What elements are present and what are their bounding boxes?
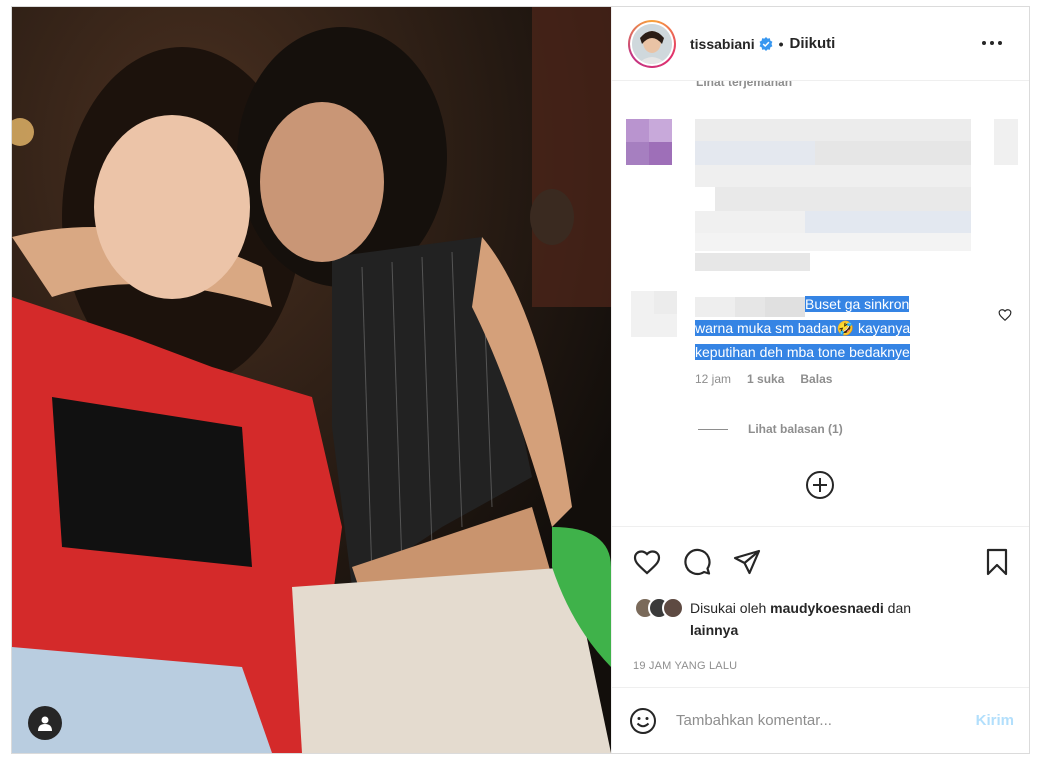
blurred-avatar	[626, 119, 672, 170]
post-header: tissabiani • Diikuti	[612, 7, 1029, 81]
user-icon	[38, 716, 52, 731]
comment-input[interactable]	[676, 712, 946, 729]
liked-by-prefix: Disukai oleh	[690, 600, 771, 616]
comments-list[interactable]: Lihat terjemahan Buset ga sinkron warna …	[612, 81, 1029, 526]
avatar[interactable]	[628, 19, 676, 68]
blurred-comment	[695, 119, 971, 276]
liker-avatar	[662, 597, 684, 619]
comment-text: Buset ga sinkron warna muka sm badan🤣 ka…	[695, 292, 985, 364]
add-comment-bar: Kirim	[612, 687, 1029, 753]
tagged-user-button[interactable]	[28, 706, 62, 740]
laughing-emoji: 🤣	[836, 320, 855, 336]
following-button[interactable]: Diikuti	[790, 35, 836, 52]
comment-line-2a: warna muka sm badan	[695, 320, 837, 336]
liked-by: Disukai oleh maudykoesnaedi dan lainnya	[634, 597, 980, 641]
liked-by-text: Disukai oleh maudykoesnaedi dan lainnya	[690, 597, 980, 641]
others-link[interactable]: lainnya	[690, 622, 738, 638]
blurred-like-icon	[994, 119, 1018, 170]
comment-line-3: keputihan deh mba tone bedaknye	[695, 344, 910, 360]
replies-divider	[698, 428, 728, 430]
post-dialog: tissabiani • Diikuti Lihat terjemahan Bu…	[11, 6, 1030, 754]
liker-username-link[interactable]: maudykoesnaedi	[770, 600, 884, 616]
comment-line-2b: kayanya	[854, 320, 911, 336]
view-replies-label: Lihat balasan (1)	[748, 422, 843, 436]
post-comment-button[interactable]: Kirim	[976, 712, 1014, 729]
comment-time: 12 jam	[695, 372, 732, 386]
comment-line-1: Buset ga sinkron	[805, 296, 910, 312]
more-options-icon[interactable]	[981, 34, 1003, 52]
post-side-panel: tissabiani • Diikuti Lihat terjemahan Bu…	[611, 7, 1029, 753]
emoji-icon[interactable]	[628, 706, 658, 736]
save-bookmark-icon[interactable]	[982, 547, 1012, 577]
post-actions: Disukai oleh maudykoesnaedi dan lainnya …	[612, 526, 1029, 686]
like-heart-icon[interactable]	[632, 547, 662, 577]
separator-dot: •	[778, 35, 784, 52]
see-translation-link[interactable]: Lihat terjemahan	[696, 81, 792, 89]
comment-meta: 12 jam 1 suka Balas	[695, 372, 832, 386]
comment-bubble-icon[interactable]	[682, 547, 712, 577]
username-link[interactable]: tissabiani	[690, 36, 755, 52]
reply-button[interactable]: Balas	[800, 372, 832, 386]
commenter-avatar[interactable]	[631, 291, 677, 342]
liked-by-and: dan	[883, 600, 912, 616]
share-paper-plane-icon[interactable]	[732, 547, 762, 577]
comment-likes-link[interactable]: 1 suka	[747, 372, 784, 386]
load-more-comments-icon[interactable]	[805, 470, 835, 500]
verified-badge-icon	[759, 36, 772, 51]
comment-like-heart-icon[interactable]	[998, 308, 1012, 322]
post-photo[interactable]	[12, 7, 611, 753]
view-replies-button[interactable]: Lihat balasan (1)	[698, 422, 843, 436]
post-timestamp[interactable]: 19 JAM YANG LALU	[633, 660, 737, 672]
liker-avatars[interactable]	[634, 597, 684, 619]
